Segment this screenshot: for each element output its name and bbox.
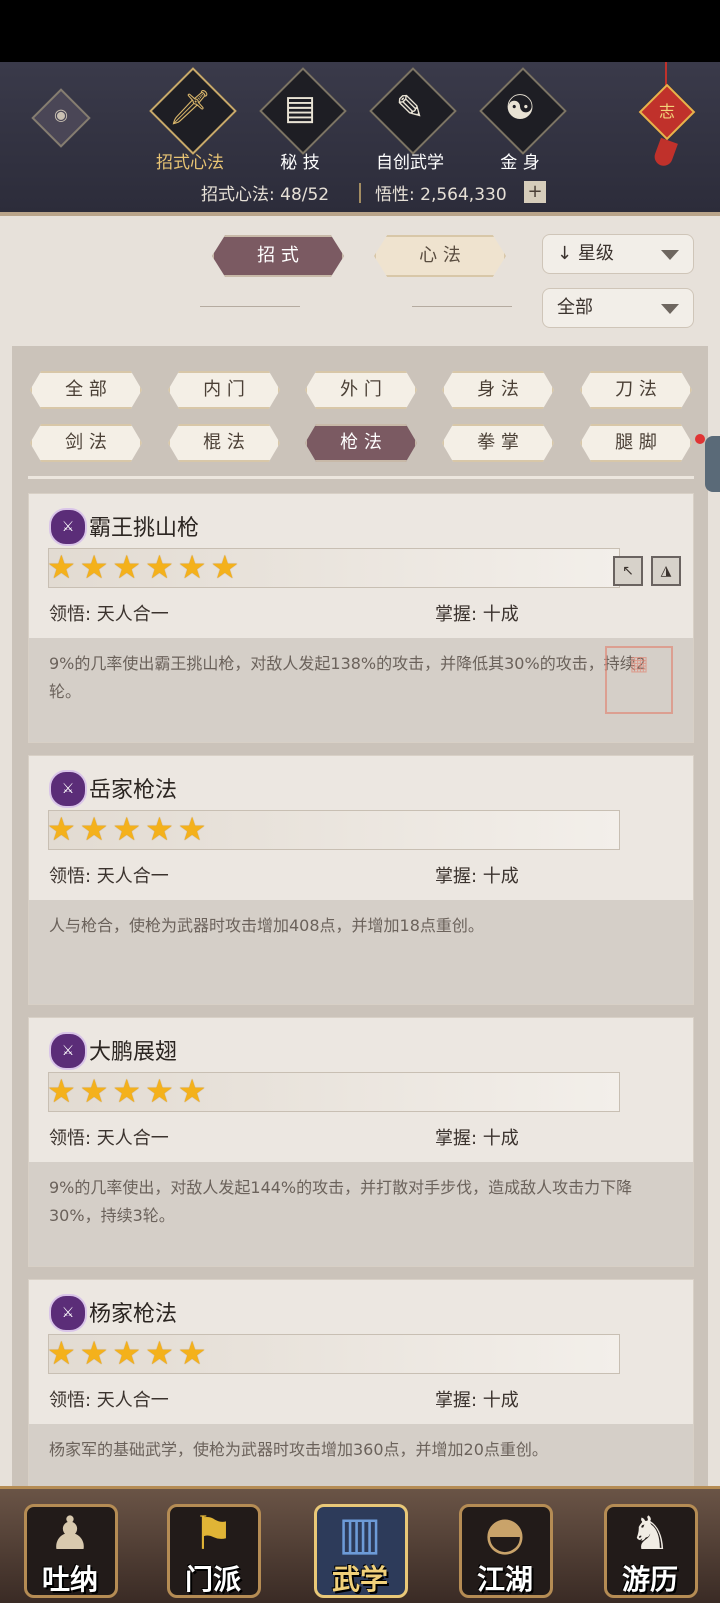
chip-movement[interactable]: 身 法 — [442, 371, 554, 409]
insight-value: 悟性: 2,564,330 — [375, 185, 507, 205]
star-rating: ★★★★★ — [47, 1072, 211, 1110]
seal-stamp-icon: ▦ — [605, 646, 673, 714]
chip-saber[interactable]: 刀 法 — [580, 371, 692, 409]
skill-name: 岳家枪法 — [89, 778, 178, 803]
tab-golden-body[interactable]: ☯ 金 身 — [470, 67, 570, 180]
add-insight-button[interactable]: + — [524, 181, 546, 203]
weapon-tag-icon[interactable]: ↖ — [613, 556, 643, 586]
skill-card[interactable]: ⚔ 杨家枪法 ★★★★★ 领悟: 天人合一 掌握: 十成 杨家军的基础武学，使枪… — [28, 1279, 694, 1488]
star-rating: ★★★★★ — [47, 1334, 211, 1372]
nav-label: 武学 — [331, 1563, 388, 1596]
notification-dot — [695, 434, 705, 444]
skill-description-box: 杨家军的基础武学，使枪为武器时攻击增加360点，并增加20点重创。 — [29, 1424, 693, 1487]
mastery-label: 掌握: 十成 — [435, 866, 519, 887]
chevron-down-icon — [661, 304, 679, 314]
skill-description-box: 9%的几率使出霸王挑山枪，对敌人发起138%的攻击，并降低其30%的攻击，持续2… — [29, 638, 693, 742]
skill-description-box: 9%的几率使出，对敌人发起144%的攻击，并打散对手步伐，造成敌人攻击力下降30… — [29, 1162, 693, 1266]
chip-kick[interactable]: 腿 脚 — [580, 424, 692, 462]
skill-card[interactable]: ⚔ 大鹏展翅 ★★★★★ 领悟: 天人合一 掌握: 十成 9%的几率使出，对敌人… — [28, 1017, 694, 1267]
nav-label: 江湖 — [476, 1563, 533, 1596]
tab-self-created[interactable]: ✎ 自创武学 — [360, 67, 460, 180]
chip-fist[interactable]: 拳 掌 — [442, 424, 554, 462]
chip-inner[interactable]: 内 门 — [168, 371, 280, 409]
mountain-tag-icon[interactable]: ◮ — [651, 556, 681, 586]
comprehension-label: 领悟: 天人合一 — [49, 866, 169, 887]
nav-breathing[interactable]: ♟ 吐纳 — [20, 1500, 120, 1598]
skill-description-box: 人与枪合，使枪为武器时攻击增加408点，并增加18点重创。 — [29, 900, 693, 1004]
knot-char: 志 — [658, 102, 675, 121]
header-divider — [0, 212, 720, 216]
mastery-label: 掌握: 十成 — [435, 1390, 519, 1411]
figure-icon: ♟ — [49, 1506, 91, 1560]
chip-outer[interactable]: 外 门 — [305, 371, 417, 409]
skill-description: 9%的几率使出霸王挑山枪，对敌人发起138%的攻击，并降低其30%的攻击，持续2… — [49, 654, 646, 701]
book-icon: ▤ — [283, 88, 317, 128]
sort-dropdown[interactable]: ↓ 星级 — [542, 234, 694, 274]
tab-secret-skills[interactable]: ▤ 秘 技 — [250, 67, 350, 180]
eye-icon: ◉ — [54, 105, 68, 125]
skill-description: 人与枪合，使枪为武器时攻击增加408点，并增加18点重创。 — [49, 916, 484, 935]
scroll-icon: ✎ — [395, 88, 425, 128]
skill-card[interactable]: ⚔ 岳家枪法 ★★★★★ 领悟: 天人合一 掌握: 十成 人与枪合，使枪为武器时… — [28, 755, 694, 1005]
spear-badge-icon: ⚔ — [49, 508, 87, 546]
filter-dropdown[interactable]: 全部 — [542, 288, 694, 328]
mastery-label: 掌握: 十成 — [435, 604, 519, 625]
comprehension-label: 领悟: 天人合一 — [49, 1390, 169, 1411]
chip-spear[interactable]: 枪 法 — [305, 424, 417, 462]
manual-icon: ▥ — [338, 1506, 382, 1560]
skill-description: 杨家军的基础武学，使枪为武器时攻击增加360点，并增加20点重创。 — [49, 1440, 548, 1459]
stats-bar: 招式心法: 48/52 悟性: 2,564,330 + — [0, 180, 720, 206]
skill-description: 9%的几率使出，对敌人发起144%的攻击，并打散对手步伐，造成敌人攻击力下降30… — [49, 1178, 633, 1225]
meditation-icon: ☯ — [504, 88, 536, 128]
side-drawer-handle[interactable] — [705, 436, 720, 492]
banner-icon: ⚑ — [192, 1506, 234, 1560]
list-divider — [28, 476, 694, 479]
chevron-down-icon — [661, 250, 679, 260]
chip-all[interactable]: 全 部 — [30, 371, 142, 409]
star-rating: ★★★★★ — [47, 810, 211, 848]
nav-label: 游历 — [621, 1563, 678, 1596]
skill-name: 霸王挑山枪 — [89, 516, 200, 541]
tab-label: 金 身 — [500, 153, 540, 173]
sort-label: 星级 — [577, 243, 614, 264]
nav-sect[interactable]: ⚑ 门派 — [163, 1500, 263, 1598]
spear-badge-icon: ⚔ — [49, 1032, 87, 1070]
filter-label: 全部 — [557, 297, 593, 318]
mastery-label: 掌握: 十成 — [435, 1128, 519, 1149]
spear-badge-icon: ⚔ — [49, 770, 87, 808]
status-bar — [0, 0, 720, 62]
decor-line-left — [200, 306, 300, 307]
stats-separator — [359, 183, 361, 203]
skill-name: 杨家枪法 — [89, 1302, 178, 1327]
tab-moves-mind[interactable]: 🗡 招式心法 — [140, 67, 240, 180]
nav-label: 吐纳 — [41, 1563, 98, 1596]
nav-label: 门派 — [184, 1563, 241, 1596]
sword-icon: 🗡 — [168, 88, 212, 128]
spear-badge-icon: ⚔ — [49, 1294, 87, 1332]
skill-card[interactable]: ⚔ 霸王挑山枪 ★★★★★★ ↖ ◮ 领悟: 天人合一 掌握: 十成 9%的几率… — [28, 493, 694, 743]
star-rating: ★★★★★★ — [47, 548, 244, 586]
comprehension-label: 领悟: 天人合一 — [49, 1128, 169, 1149]
toggle-mind[interactable]: 心 法 — [374, 235, 506, 277]
tab-label: 秘 技 — [280, 153, 320, 173]
chip-sword[interactable]: 剑 法 — [30, 424, 142, 462]
skill-name: 大鹏展翅 — [89, 1040, 178, 1065]
horse-icon: ♞ — [629, 1506, 671, 1560]
toggle-moves[interactable]: 招 式 — [212, 235, 344, 277]
nav-jianghu[interactable]: ◓ 江湖 — [455, 1500, 555, 1598]
nav-martial-arts[interactable]: ▥ 武学 — [310, 1500, 410, 1598]
chip-staff[interactable]: 棍 法 — [168, 424, 280, 462]
tab-label: 招式心法 — [156, 153, 224, 173]
moves-count: 招式心法: 48/52 — [201, 185, 330, 205]
decor-line-right — [412, 306, 512, 307]
comprehension-label: 领悟: 天人合一 — [49, 604, 169, 625]
nav-travel[interactable]: ♞ 游历 — [600, 1500, 700, 1598]
straw-hat-icon: ◓ — [484, 1506, 526, 1560]
tab-label: 自创武学 — [376, 153, 444, 173]
sort-arrow-icon: ↓ — [557, 243, 573, 264]
